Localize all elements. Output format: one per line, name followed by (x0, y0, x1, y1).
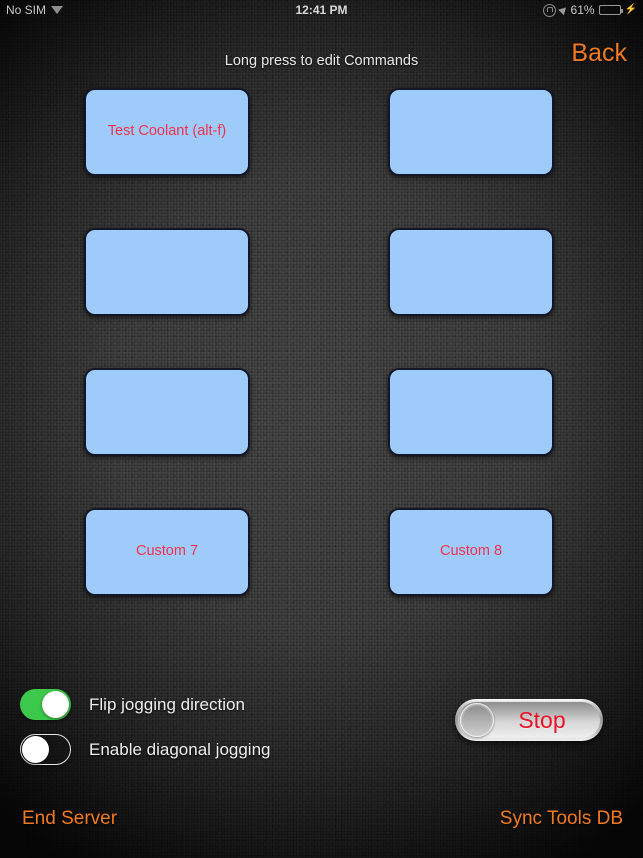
rotation-lock-icon (542, 3, 556, 17)
stop-slider-track: Stop (458, 702, 600, 738)
command-row (0, 368, 643, 508)
command-button-grid: Test Coolant (alt-f) Custom 7 Custom 8 (0, 88, 643, 648)
lightning-bolt-icon: ⚡ (624, 4, 637, 15)
settings-toggles: Flip jogging direction Enable diagonal j… (20, 682, 271, 772)
enable-diagonal-jogging-label: Enable diagonal jogging (89, 739, 271, 759)
command-button-label: Custom 7 (135, 543, 199, 560)
command-button-1[interactable]: Test Coolant (alt-f) (84, 88, 250, 176)
battery-percent-label: 61% (570, 3, 595, 17)
edit-hint-label: Long press to edit Commands (224, 53, 419, 69)
command-button-label: Custom 8 (439, 543, 503, 560)
command-button-2[interactable] (388, 88, 554, 176)
switch-knob (42, 691, 69, 718)
carrier-label: No SIM (6, 3, 47, 17)
command-button-7[interactable]: Custom 7 (84, 508, 250, 596)
enable-diagonal-jogging-switch[interactable] (20, 734, 71, 765)
sync-tools-db-button[interactable]: Sync Tools DB (500, 808, 623, 830)
location-arrow-icon (557, 4, 569, 16)
flip-jogging-direction-switch[interactable] (20, 689, 71, 720)
flip-jogging-direction-label: Flip jogging direction (89, 694, 245, 714)
stop-slider-knob[interactable] (460, 703, 494, 737)
battery-icon (598, 5, 623, 15)
command-button-label: Test Coolant (alt-f) (107, 123, 227, 140)
command-button-8[interactable]: Custom 8 (388, 508, 554, 596)
wifi-icon (51, 5, 64, 15)
stop-slider[interactable]: Stop (455, 699, 603, 741)
status-bar-left: No SIM (6, 3, 64, 17)
status-bar-right: 61% ⚡ (542, 3, 637, 17)
back-button[interactable]: Back (571, 39, 627, 68)
command-button-5[interactable] (84, 368, 250, 456)
command-button-4[interactable] (388, 228, 554, 316)
command-button-6[interactable] (388, 368, 554, 456)
end-server-button[interactable]: End Server (22, 808, 117, 830)
toggle-row-flip-jogging: Flip jogging direction (20, 682, 271, 727)
command-row: Custom 7 Custom 8 (0, 508, 643, 648)
status-bar: No SIM 12:41 PM 61% ⚡ (0, 0, 643, 20)
command-row: Test Coolant (alt-f) (0, 88, 643, 228)
command-row (0, 228, 643, 368)
app-screen: No SIM 12:41 PM 61% ⚡ Long press to edit… (0, 0, 643, 858)
command-button-3[interactable] (84, 228, 250, 316)
switch-knob (22, 736, 49, 763)
toggle-row-diagonal-jogging: Enable diagonal jogging (20, 727, 271, 772)
stop-label: Stop (518, 706, 566, 733)
